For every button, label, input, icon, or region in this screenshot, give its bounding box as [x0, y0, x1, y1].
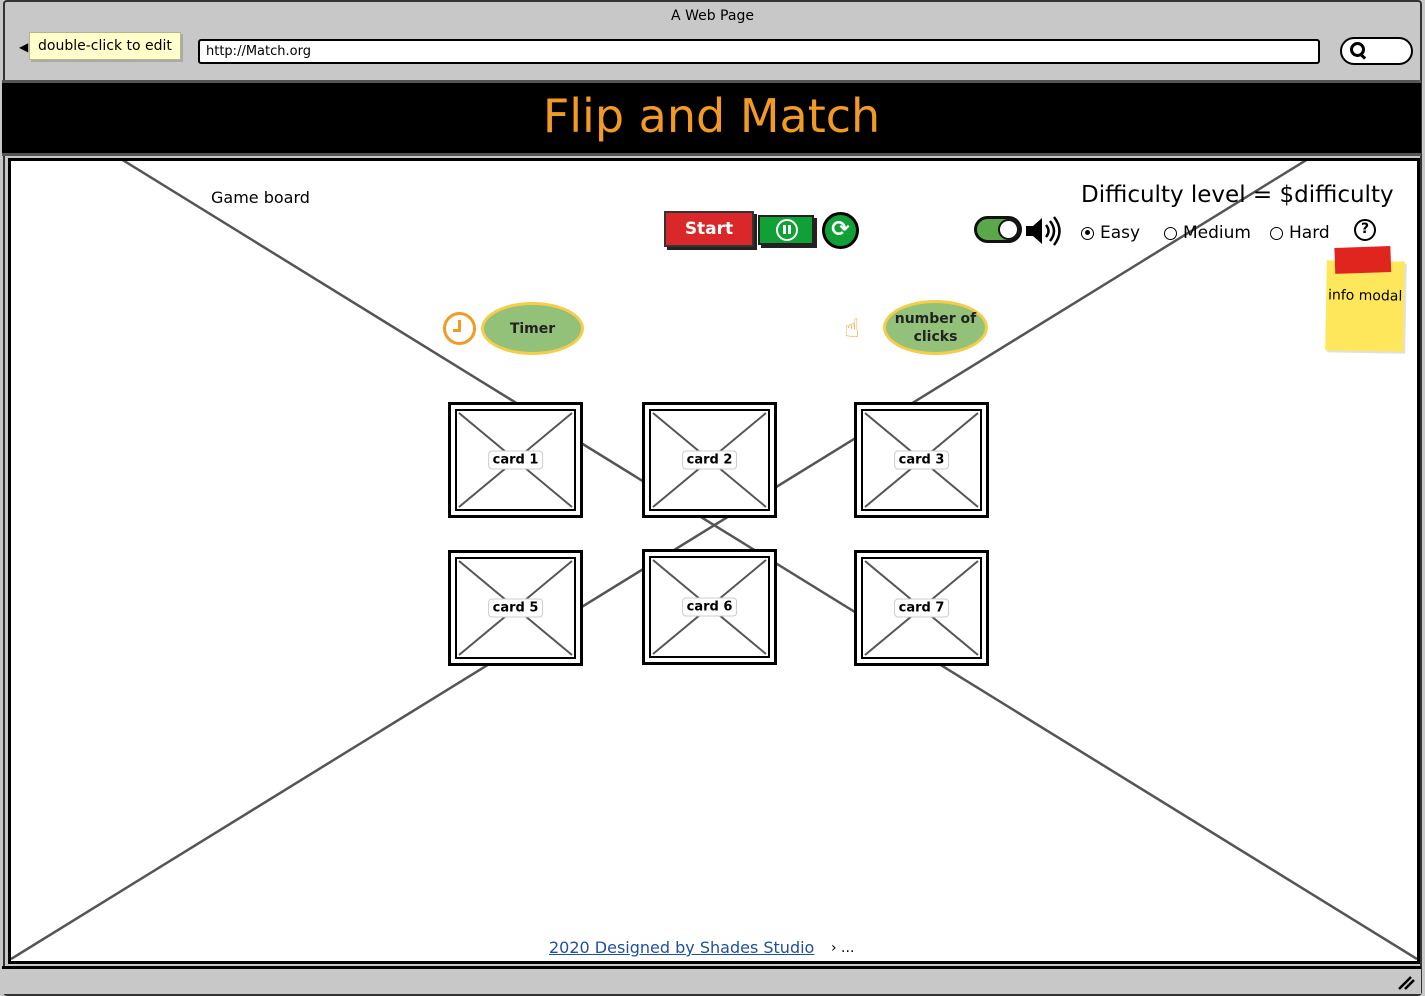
sound-toggle[interactable]: [974, 216, 1022, 243]
pause-icon: [776, 219, 798, 241]
radio-easy-label: Easy: [1100, 223, 1141, 243]
card-1[interactable]: card 1: [448, 402, 583, 518]
timer-display: Timer: [481, 302, 584, 355]
toggle-knob: [998, 219, 1019, 240]
radio-easy[interactable]: Easy: [1081, 223, 1140, 243]
footer-credit-link[interactable]: 2020 Designed by Shades Studio: [549, 938, 814, 957]
timer-label: Timer: [509, 320, 556, 337]
pause-button[interactable]: [758, 215, 814, 245]
card-label: card 3: [893, 450, 950, 470]
info-modal-text: info modal: [1327, 287, 1403, 305]
start-button[interactable]: Start: [664, 211, 754, 247]
card-label: card 5: [487, 598, 544, 618]
footer-more[interactable]: › ...: [831, 940, 854, 956]
card-label: card 7: [893, 598, 950, 618]
radio-hard-dot: [1270, 226, 1283, 240]
card-3[interactable]: card 3: [854, 402, 989, 518]
edit-tooltip: double-click to edit: [29, 32, 181, 60]
difficulty-title: Difficulty level = $difficulty: [1081, 182, 1394, 208]
radio-medium[interactable]: Medium: [1164, 223, 1251, 243]
search-icon: [1350, 42, 1365, 57]
board-label: Game board: [211, 188, 310, 207]
game-board: Game board Start ⟳ Difficulty level = $d…: [8, 158, 1420, 964]
card-2[interactable]: card 2: [642, 402, 777, 518]
window-title: A Web Page: [671, 8, 754, 24]
card-7[interactable]: card 7: [854, 550, 989, 666]
url-bar[interactable]: http://Match.org: [198, 39, 1320, 64]
card-label: card 2: [681, 450, 738, 470]
card-5[interactable]: card 5: [448, 550, 583, 666]
clock-icon: [443, 312, 476, 345]
card-label: card 6: [681, 597, 738, 617]
refresh-button[interactable]: ⟳: [822, 212, 859, 249]
page-header: Flip and Match: [2, 80, 1421, 156]
back-arrow-icon[interactable]: ◀: [19, 40, 28, 54]
status-bar: [2, 966, 1421, 994]
speaker-icon[interactable]: [1024, 216, 1064, 246]
radio-easy-dot: [1081, 226, 1094, 240]
clicks-label: number of clicks: [894, 310, 977, 345]
note-tape: [1334, 245, 1392, 274]
radio-hard[interactable]: Hard: [1270, 223, 1330, 243]
clicks-counter: number of clicks: [883, 300, 988, 355]
hand-click-icon: ☝: [844, 314, 860, 344]
refresh-icon: ⟳: [831, 217, 850, 242]
help-icon[interactable]: ?: [1354, 219, 1376, 241]
radio-hard-label: Hard: [1289, 223, 1330, 243]
search-field[interactable]: [1340, 37, 1413, 65]
card-6[interactable]: card 6: [642, 549, 777, 665]
radio-medium-dot: [1164, 226, 1177, 240]
page-title: Flip and Match: [542, 89, 881, 143]
resize-grip-icon[interactable]: [1397, 975, 1415, 991]
radio-medium-label: Medium: [1183, 223, 1251, 243]
info-modal-note[interactable]: info modal: [1325, 245, 1405, 352]
card-label: card 1: [487, 450, 544, 470]
